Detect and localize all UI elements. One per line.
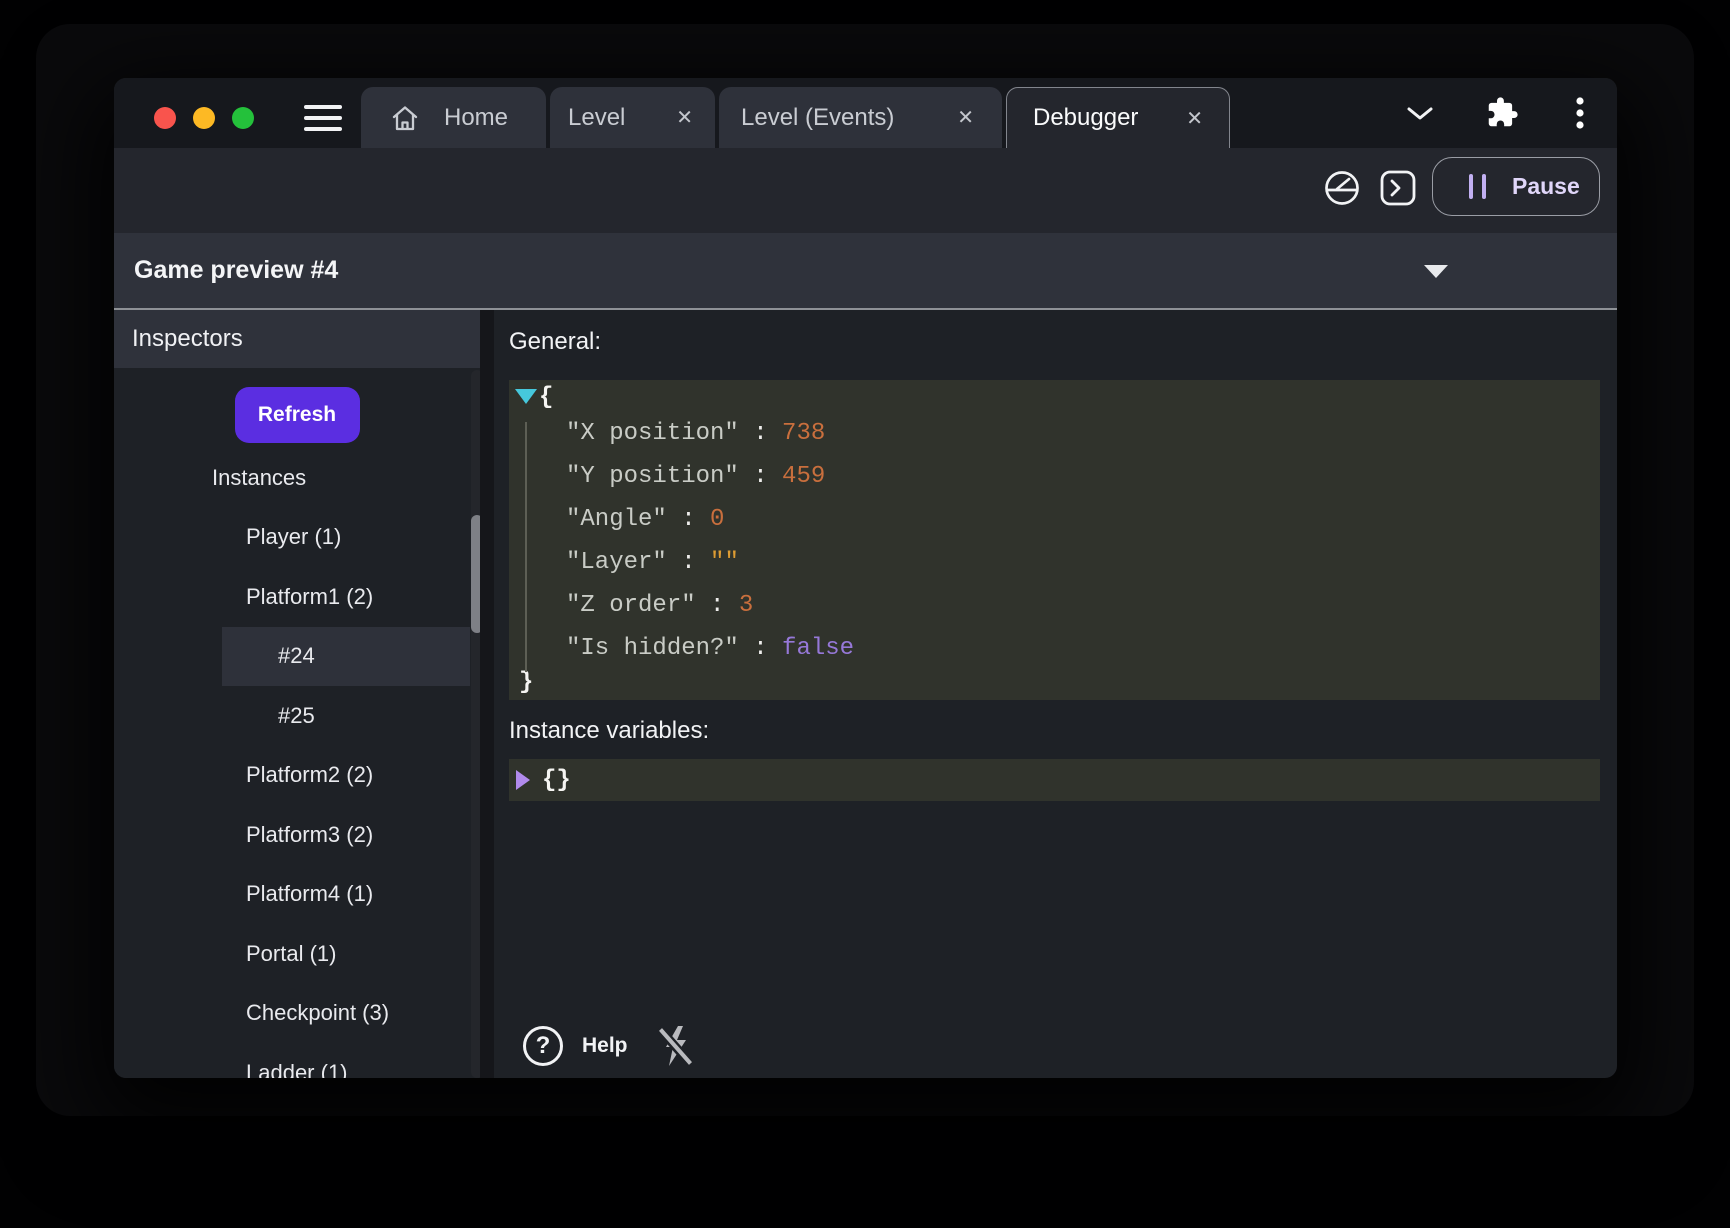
panel-divider (480, 310, 494, 1078)
debugger-toolbar: Pause (114, 148, 1617, 233)
tab-level[interactable]: Level ✕ (550, 87, 715, 148)
tab-debugger[interactable]: Debugger ✕ (1006, 87, 1230, 148)
refresh-button[interactable]: Refresh (235, 387, 360, 443)
tab-label: Home (444, 104, 508, 132)
tree-item-player[interactable]: Player (1) (114, 508, 480, 568)
tab-bar: Home Level ✕ Level (Events) ✕ Debugger ✕ (114, 78, 1617, 148)
dropdown-caret-icon (1424, 265, 1448, 278)
help-row: ? Help (523, 1025, 694, 1067)
json-property-row: "Y position" : 459 (509, 455, 1600, 498)
close-tab-icon[interactable]: ✕ (676, 105, 693, 130)
tree-item-platform4[interactable]: Platform4 (1) (114, 865, 480, 925)
pause-button[interactable]: Pause (1432, 157, 1600, 216)
tree-item-platform1[interactable]: Platform1 (2) (114, 567, 480, 627)
inspectors-title: Inspectors (132, 325, 243, 353)
sidebar-scrollbar[interactable] (471, 370, 480, 1078)
tab-strip: Home Level ✕ Level (Events) ✕ Debugger ✕ (361, 87, 1230, 148)
help-icon[interactable]: ? (523, 1026, 563, 1066)
tree-item-checkpoint[interactable]: Checkpoint (3) (114, 984, 480, 1044)
close-window-button[interactable] (154, 107, 176, 129)
instances-tree: Instances Player (1) Platform1 (2) #24 #… (114, 448, 480, 1078)
minimize-window-button[interactable] (193, 107, 215, 129)
flash-off-icon[interactable] (656, 1025, 694, 1067)
general-heading: General: (509, 327, 1600, 357)
main-menu-icon[interactable] (304, 105, 342, 131)
tree-item-instance-25[interactable]: #25 (114, 686, 480, 746)
chevron-down-icon[interactable] (1406, 106, 1434, 121)
collapse-toggle-icon[interactable] (515, 389, 537, 404)
json-open-brace: { (509, 384, 1600, 412)
profiler-gauge-icon[interactable] (1323, 169, 1361, 207)
tree-item-instances[interactable]: Instances (114, 448, 480, 508)
tab-label: Level (Events) (741, 104, 894, 132)
instance-variables-heading: Instance variables: (509, 716, 1600, 746)
game-preview-label: Game preview #4 (134, 256, 338, 285)
more-options-kebab-icon[interactable] (1575, 96, 1585, 130)
tree-item-instance-24[interactable]: #24 (114, 627, 480, 687)
json-property-row: "Z order" : 3 (509, 584, 1600, 627)
json-close-brace: } (509, 670, 1600, 696)
instance-variables-view: {} (509, 759, 1600, 801)
tab-label: Debugger (1033, 104, 1138, 132)
general-json-view: { "X position" : 738 "Y position" : 459 … (509, 380, 1600, 700)
inspector-detail-panel: General: { "X position" : 738 "Y positio… (494, 310, 1617, 1078)
json-property-row: "Layer" : "" (509, 541, 1600, 584)
extensions-puzzle-icon[interactable] (1486, 96, 1519, 129)
tree-item-platform3[interactable]: Platform3 (2) (114, 805, 480, 865)
expand-toggle-icon[interactable] (516, 770, 530, 790)
pause-label: Pause (1512, 173, 1580, 200)
tree-item-ladder[interactable]: Ladder (1) (114, 1043, 480, 1078)
inspectors-sidebar: Inspectors Refresh Instances Player (1) … (114, 310, 480, 1078)
tab-home[interactable]: Home (361, 87, 546, 148)
instance-variables-value: {} (542, 767, 571, 794)
app-window: Home Level ✕ Level (Events) ✕ Debugger ✕ (114, 78, 1617, 1078)
tree-item-portal[interactable]: Portal (1) (114, 924, 480, 984)
tree-item-platform2[interactable]: Platform2 (2) (114, 746, 480, 806)
json-property-row: "Is hidden?" : false (509, 627, 1600, 670)
inspectors-header: Inspectors (114, 310, 480, 368)
window-controls (154, 107, 254, 129)
game-preview-selector[interactable]: Game preview #4 (114, 233, 1617, 310)
zoom-window-button[interactable] (232, 107, 254, 129)
tab-label: Level (568, 104, 625, 132)
house-icon (389, 103, 421, 133)
tree-guide-line (525, 422, 527, 672)
close-tab-icon[interactable]: ✕ (1186, 106, 1203, 131)
scrollbar-thumb[interactable] (471, 515, 480, 633)
pause-icon (1469, 174, 1486, 199)
debugger-content: Inspectors Refresh Instances Player (1) … (114, 310, 1617, 1078)
close-tab-icon[interactable]: ✕ (957, 105, 974, 130)
help-label[interactable]: Help (582, 1034, 628, 1058)
json-property-row: "Angle" : 0 (509, 498, 1600, 541)
tab-level-events[interactable]: Level (Events) ✕ (719, 87, 1002, 148)
console-icon[interactable] (1379, 169, 1417, 207)
json-property-row: "X position" : 738 (509, 412, 1600, 455)
